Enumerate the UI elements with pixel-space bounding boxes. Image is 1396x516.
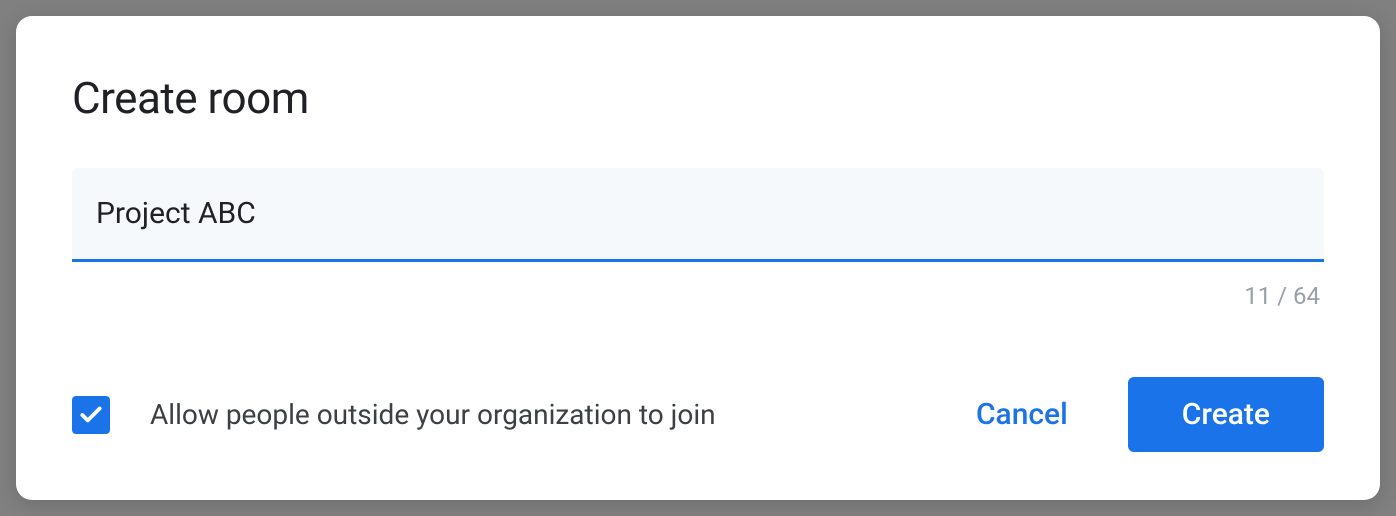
dialog-actions: Cancel Create: [964, 377, 1324, 452]
room-name-input[interactable]: [72, 168, 1324, 262]
room-name-field-container: [72, 168, 1324, 262]
dialog-title: Create room: [72, 72, 1324, 124]
create-room-dialog: Create room 11 / 64 Allow people outside…: [16, 16, 1380, 500]
allow-external-container: Allow people outside your organization t…: [72, 396, 944, 434]
allow-external-checkbox[interactable]: [72, 396, 110, 434]
character-counter: 11 / 64: [72, 282, 1324, 310]
create-button[interactable]: Create: [1128, 377, 1324, 452]
dialog-footer: Allow people outside your organization t…: [72, 377, 1324, 452]
checkmark-icon: [78, 402, 104, 428]
cancel-button[interactable]: Cancel: [964, 389, 1080, 440]
allow-external-label[interactable]: Allow people outside your organization t…: [150, 398, 716, 431]
